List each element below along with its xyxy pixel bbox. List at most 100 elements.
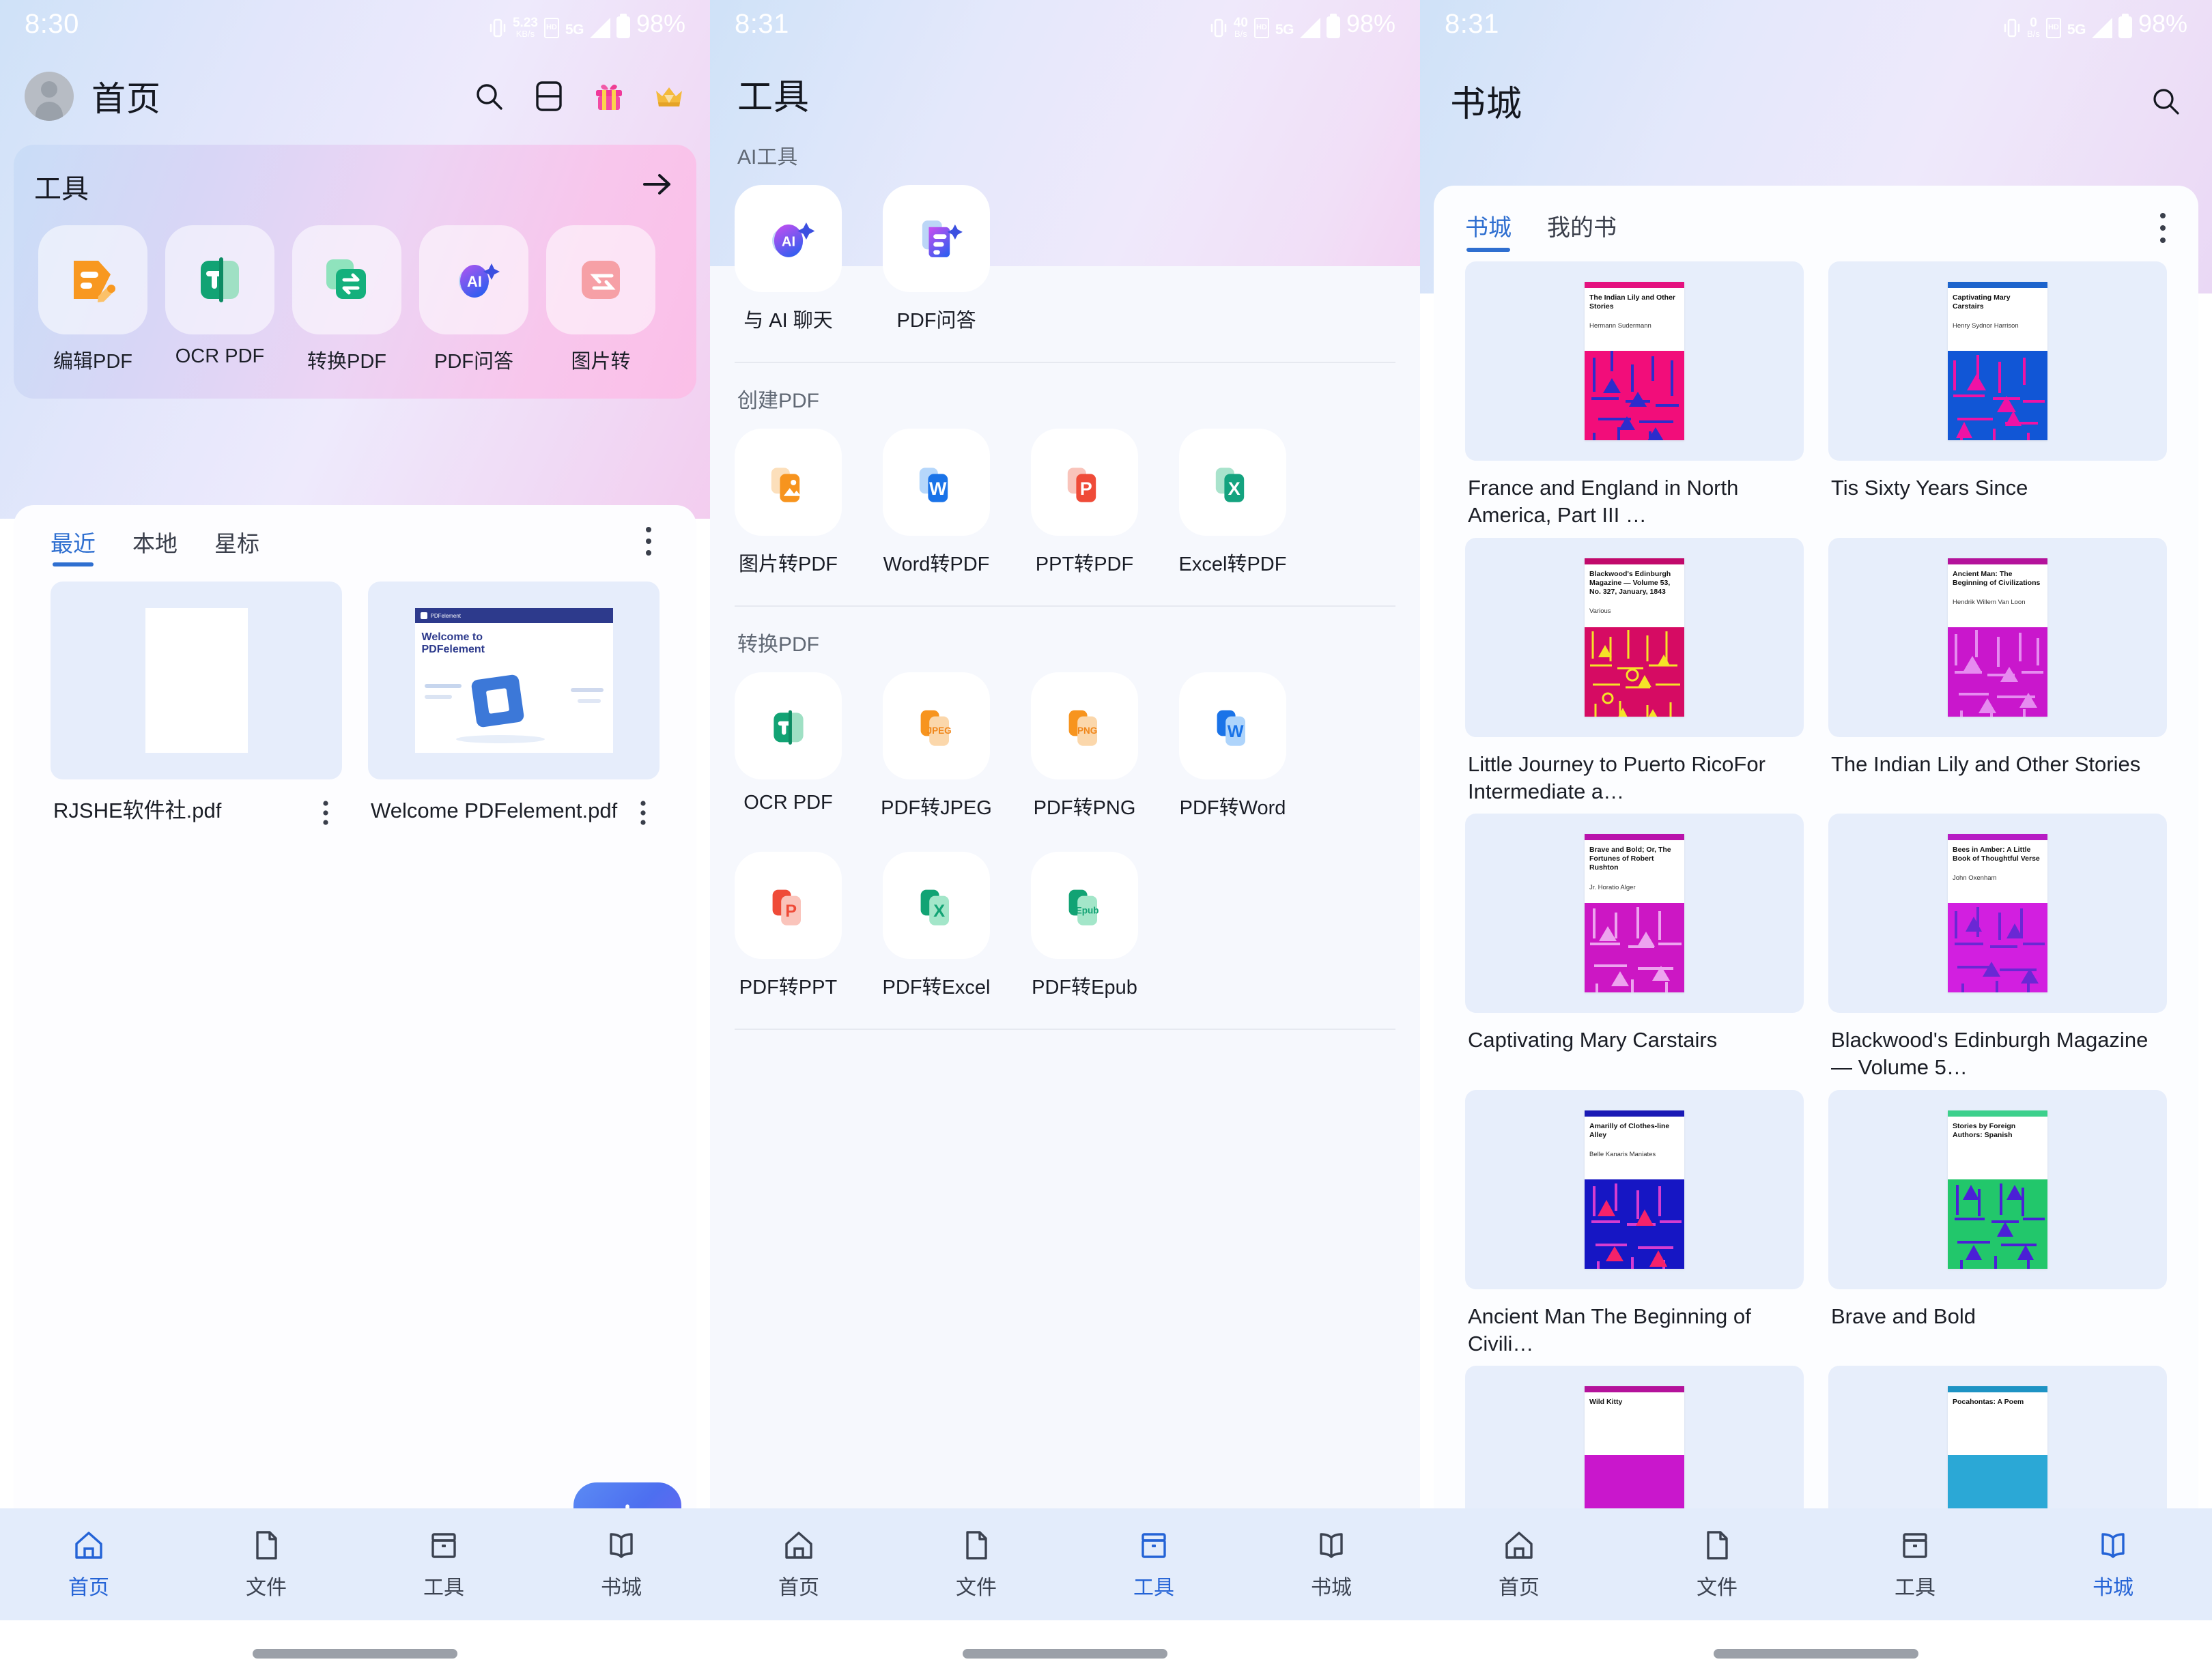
tool-pdf-qa[interactable]: AI PDF问答 xyxy=(419,225,528,374)
search-icon[interactable] xyxy=(2149,85,2182,117)
tool-ocr-pdf[interactable]: OCR PDF xyxy=(165,225,274,374)
network-rate: 0 xyxy=(2030,16,2037,29)
file-card[interactable]: RJSHE软件社.pdf xyxy=(51,582,342,826)
header-actions xyxy=(472,80,685,113)
arrow-right-icon[interactable] xyxy=(638,165,676,207)
tool-pdf-to-png[interactable]: PNG PDF转PNG xyxy=(1031,672,1138,820)
bottom-nav-2: 首页 文件 工具 书城 xyxy=(710,1508,1420,1679)
tool-ai-chat[interactable]: AI 与 AI 聊天 xyxy=(735,185,842,333)
tool-label: 图片转 xyxy=(571,345,630,374)
tool-convert-pdf[interactable]: 转换PDF xyxy=(292,225,401,374)
nav-files[interactable]: 文件 xyxy=(178,1528,355,1601)
file-overflow-icon[interactable] xyxy=(629,797,657,826)
tool-ocr-pdf[interactable]: OCR PDF xyxy=(735,672,842,820)
book-title: Little Journey to Puerto RicoFor Interme… xyxy=(1465,737,1804,806)
gesture-bar[interactable] xyxy=(963,1649,1167,1659)
book-card[interactable]: The Indian Lily and Other Stories Herman… xyxy=(1465,261,1804,530)
network-speed: 5.23 KB/s xyxy=(513,16,538,38)
tab-local[interactable]: 本地 xyxy=(132,526,178,566)
convert-pdf-grid-row1: OCR PDF JPEG PDF转JPEG xyxy=(735,657,1395,820)
book-card[interactable]: Stories by Foreign Authors: Spanish Proj… xyxy=(1828,1090,2167,1358)
pdf-qa-icon: AI xyxy=(440,246,508,314)
tool-pdf-to-word[interactable]: W PDF转Word xyxy=(1179,672,1286,820)
svg-text:PNG: PNG xyxy=(1077,725,1096,735)
file-name: Welcome PDFelement.pdf xyxy=(371,797,629,824)
nav-tools[interactable]: 工具 xyxy=(1065,1528,1243,1601)
tool-word-to-pdf[interactable]: W Word转PDF xyxy=(883,429,990,577)
tool-pdf-to-epub[interactable]: Epub PDF转Epub xyxy=(1031,852,1138,1000)
overflow-menu-icon[interactable] xyxy=(2159,209,2167,248)
nav-bookstore[interactable]: 书城 xyxy=(533,1528,710,1601)
tool-tile: Epub xyxy=(1031,852,1138,959)
nav-tools[interactable]: 工具 xyxy=(1816,1528,2014,1601)
tab-bookstore[interactable]: 书城 xyxy=(1465,209,1512,252)
tool-ppt-to-pdf[interactable]: P PPT转PDF xyxy=(1031,429,1138,577)
cover-title: Bees in Amber: A Little Book of Thoughtf… xyxy=(1953,846,2043,863)
vibrate-icon xyxy=(489,18,507,38)
nav-home[interactable]: 首页 xyxy=(0,1528,178,1601)
ocr-pdf-icon xyxy=(186,246,254,314)
tool-pdf-to-ppt[interactable]: P PDF转PPT xyxy=(735,852,842,1000)
tools-promo-card[interactable]: 工具 编辑PDF xyxy=(14,145,696,399)
tab-recent[interactable]: 最近 xyxy=(51,526,96,566)
nav-bookstore[interactable]: 书城 xyxy=(1243,1528,1420,1601)
status-icons: 0 B/s HD 5G 98% xyxy=(2003,10,2187,38)
tool-pdf-to-jpeg[interactable]: JPEG PDF转JPEG xyxy=(883,672,990,820)
document-icon xyxy=(1700,1528,1734,1562)
tool-edit-pdf[interactable]: 编辑PDF xyxy=(38,225,147,374)
tool-excel-to-pdf[interactable]: X Excel转PDF xyxy=(1179,429,1286,577)
section-title: AI工具 xyxy=(735,119,1395,170)
tab-my-books[interactable]: 我的书 xyxy=(1547,209,1617,252)
tool-tile: AI xyxy=(735,185,842,292)
cover-title: Ancient Man: The Beginning of Civilizati… xyxy=(1953,570,2043,588)
nav-files[interactable]: 文件 xyxy=(888,1528,1065,1601)
file-overflow-icon[interactable] xyxy=(312,797,339,826)
gesture-bar[interactable] xyxy=(1714,1649,1918,1659)
tool-label: PDF转Epub xyxy=(1032,971,1137,1000)
ocr-pdf-icon xyxy=(758,695,819,757)
nav-home[interactable]: 首页 xyxy=(710,1528,888,1601)
book-card[interactable]: Ancient Man: The Beginning of Civilizati… xyxy=(1828,538,2167,806)
overflow-menu-icon[interactable] xyxy=(644,526,660,566)
file-tabs: 最近 本地 星标 xyxy=(14,505,696,566)
image-convert-icon xyxy=(567,246,635,314)
book-card[interactable]: Amarilly of Clothes-line Alley Belle Kan… xyxy=(1465,1090,1804,1358)
crown-vip-icon[interactable] xyxy=(653,80,685,113)
book-card[interactable]: Blackwood's Edinburgh Magazine — Volume … xyxy=(1465,538,1804,806)
tool-label: PPT转PDF xyxy=(1036,548,1133,577)
nav-home[interactable]: 首页 xyxy=(1420,1528,1618,1601)
tool-image-convert[interactable]: 图片转 xyxy=(546,225,655,374)
cover-title: Pocahontas: A Poem xyxy=(1953,1398,2043,1407)
file-name: RJSHE软件社.pdf xyxy=(53,797,312,824)
tools-shortcut-row: 编辑PDF OCR PDF xyxy=(14,206,696,374)
file-card[interactable]: PDFelement Welcome toPDFelement Welcome … xyxy=(368,582,660,826)
svg-text:JPEG: JPEG xyxy=(926,725,951,735)
nav-files[interactable]: 文件 xyxy=(1618,1528,1816,1601)
tool-tile: X xyxy=(883,852,990,959)
battery-percent: 98% xyxy=(2138,10,2187,38)
nav-label: 文件 xyxy=(956,1570,997,1601)
tool-pdf-qa[interactable]: PDF问答 xyxy=(883,185,990,333)
cover-title: Brave and Bold; Or, The Fortunes of Robe… xyxy=(1589,846,1679,872)
gesture-bar[interactable] xyxy=(253,1649,457,1659)
book-card[interactable]: Captivating Mary Carstairs Henry Sydnor … xyxy=(1828,261,2167,530)
tool-pdf-to-excel[interactable]: X PDF转Excel xyxy=(883,852,990,1000)
gift-icon[interactable] xyxy=(593,80,625,113)
book-cover: Blackwood's Edinburgh Magazine — Volume … xyxy=(1585,558,1684,717)
book-card[interactable]: Bees in Amber: A Little Book of Thoughtf… xyxy=(1828,814,2167,1082)
home-header: 首页 xyxy=(0,48,710,130)
avatar[interactable] xyxy=(25,72,74,121)
cover-author: Jr. Horatio Alger xyxy=(1589,884,1679,891)
scan-document-icon[interactable] xyxy=(533,80,565,113)
tool-tile xyxy=(735,672,842,779)
search-icon[interactable] xyxy=(472,80,505,113)
book-card[interactable]: Brave and Bold; Or, The Fortunes of Robe… xyxy=(1465,814,1804,1082)
tab-starred[interactable]: 星标 xyxy=(214,526,259,566)
nav-tools[interactable]: 工具 xyxy=(355,1528,533,1601)
tool-image-to-pdf[interactable]: 图片转PDF xyxy=(735,429,842,577)
tool-label: 图片转PDF xyxy=(739,548,838,577)
tool-label: OCR PDF xyxy=(175,345,265,368)
nav-bookstore[interactable]: 书城 xyxy=(2014,1528,2212,1601)
tool-tile: P xyxy=(735,852,842,959)
bottom-nav-3: 首页 文件 工具 书城 xyxy=(1420,1508,2212,1679)
